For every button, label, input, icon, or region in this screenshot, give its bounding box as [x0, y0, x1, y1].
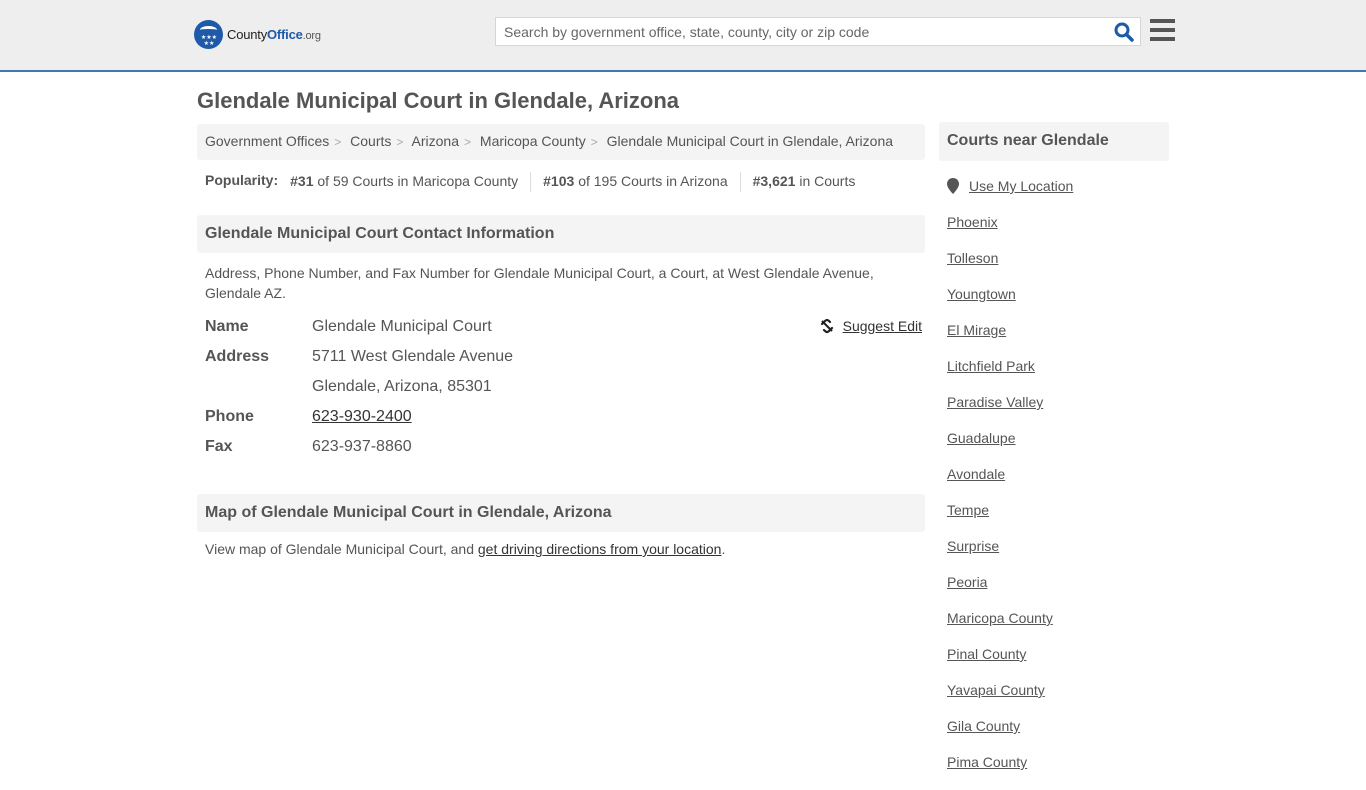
popularity-state-rank: #103 of 195 Courts in Arizona: [530, 172, 739, 192]
nearby-link[interactable]: El Mirage: [947, 322, 1006, 338]
nearby-link[interactable]: Youngtown: [947, 286, 1016, 302]
list-item: Pinal County: [947, 646, 1053, 682]
logo-text: CountyOffice.org: [227, 27, 321, 42]
list-item: Yavapai County: [947, 682, 1053, 718]
info-row-address: Address 5711 West Glendale Avenue: [205, 348, 514, 365]
nearby-courts-list: Phoenix Tolleson Youngtown El Mirage Lit…: [947, 214, 1053, 790]
nearby-link[interactable]: Tolleson: [947, 250, 998, 266]
nearby-link[interactable]: Phoenix: [947, 214, 998, 230]
driving-directions-link[interactable]: get driving directions from your locatio…: [478, 541, 722, 557]
nearby-link[interactable]: Guadalupe: [947, 430, 1016, 446]
breadcrumb: Government Offices > Courts > Arizona > Mar…: [197, 124, 925, 160]
chevron-right-icon: >: [464, 135, 472, 149]
use-my-location-link[interactable]: Use My Location: [969, 178, 1073, 194]
map-description: View map of Glendale Municipal Court, an…: [205, 541, 726, 557]
breadcrumb-maricopa-county[interactable]: Maricopa County: [480, 133, 586, 149]
suggest-edit[interactable]: Suggest Edit: [819, 318, 922, 334]
search-input[interactable]: [496, 18, 1096, 45]
nearby-link[interactable]: Maricopa County: [947, 610, 1053, 626]
popularity-county-rank: #31 of 59 Courts in Maricopa County: [290, 173, 519, 189]
map-section-heading: Map of Glendale Municipal Court in Glend…: [197, 494, 925, 532]
contact-section-heading: Glendale Municipal Court Contact Informa…: [197, 215, 925, 253]
phone-link[interactable]: 623-930-2400: [312, 408, 412, 425]
search-icon: [1114, 22, 1134, 42]
list-item: Paradise Valley: [947, 394, 1053, 430]
nearby-link[interactable]: Pinal County: [947, 646, 1026, 662]
list-item: El Mirage: [947, 322, 1053, 358]
use-my-location[interactable]: Use My Location: [947, 178, 1073, 194]
breadcrumb-government-offices[interactable]: Government Offices: [205, 133, 329, 149]
list-item: Peoria: [947, 574, 1053, 610]
suggest-edit-link[interactable]: Suggest Edit: [843, 318, 922, 334]
info-row-phone: Phone 623-930-2400: [205, 408, 412, 425]
map-pin-icon: [947, 178, 959, 194]
popularity-label: Popularity:: [205, 172, 279, 188]
list-item: Litchfield Park: [947, 358, 1053, 394]
breadcrumb-current: Glendale Municipal Court in Glendale, Ar…: [606, 133, 894, 149]
search-button[interactable]: [1114, 22, 1134, 42]
info-row-name: Name Glendale Municipal Court: [205, 318, 492, 335]
popularity-national-rank: #3,621 in Courts: [739, 172, 868, 192]
nearby-link[interactable]: Tempe: [947, 502, 989, 518]
list-item: Tempe: [947, 502, 1053, 538]
nearby-link[interactable]: Litchfield Park: [947, 358, 1035, 374]
hamburger-menu-icon: [1150, 19, 1175, 23]
site-header: ★★★ ★★ CountyOffice.org: [0, 0, 1366, 72]
chevron-right-icon: >: [590, 135, 598, 149]
search-box: [495, 17, 1141, 46]
nearby-link[interactable]: Yavapai County: [947, 682, 1045, 698]
nearby-link[interactable]: Surprise: [947, 538, 999, 554]
page-title: Glendale Municipal Court in Glendale, Ar…: [197, 88, 680, 113]
list-item: Phoenix: [947, 214, 1053, 250]
list-item: Pima County: [947, 754, 1053, 790]
eagle-logo-icon: ★★★ ★★: [194, 20, 223, 49]
chevron-right-icon: >: [334, 135, 342, 149]
list-item: Guadalupe: [947, 430, 1053, 466]
hamburger-menu-button[interactable]: [1150, 19, 1175, 41]
list-item: Youngtown: [947, 286, 1053, 322]
list-item: Avondale: [947, 466, 1053, 502]
popularity-stats: Popularity: #31 of 59 Courts in Maricopa…: [205, 172, 867, 192]
broken-link-icon: [820, 318, 833, 334]
breadcrumb-courts[interactable]: Courts: [350, 133, 391, 149]
sidebar-heading: Courts near Glendale: [939, 122, 1169, 161]
nearby-link[interactable]: Paradise Valley: [947, 394, 1043, 410]
list-item: Surprise: [947, 538, 1053, 574]
nearby-link[interactable]: Avondale: [947, 466, 1005, 482]
nearby-link[interactable]: Peoria: [947, 574, 987, 590]
info-row-address-line2: Glendale, Arizona, 85301: [312, 378, 492, 395]
nearby-link[interactable]: Gila County: [947, 718, 1020, 734]
site-logo[interactable]: ★★★ ★★ CountyOffice.org: [194, 20, 321, 49]
contact-info-table: Suggest Edit Name Glendale Municipal Cour…: [205, 312, 925, 462]
contact-description: Address, Phone Number, and Fax Number fo…: [205, 265, 874, 301]
info-row-fax: Fax 623-937-8860: [205, 438, 412, 455]
chevron-right-icon: >: [396, 135, 404, 149]
list-item: Tolleson: [947, 250, 1053, 286]
list-item: Gila County: [947, 718, 1053, 754]
breadcrumb-arizona[interactable]: Arizona: [412, 133, 459, 149]
list-item: Maricopa County: [947, 610, 1053, 646]
